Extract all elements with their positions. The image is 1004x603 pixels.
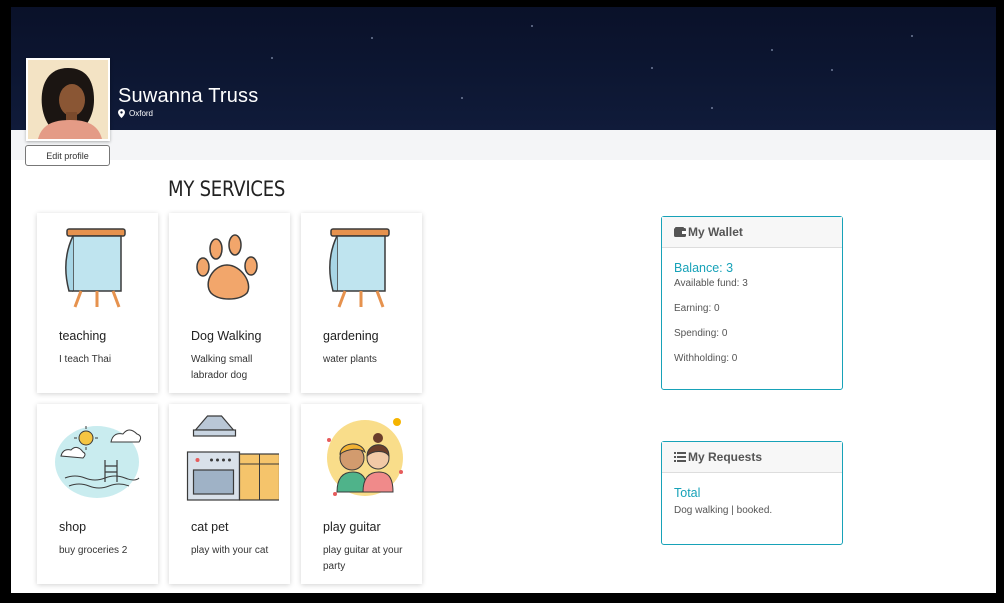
profile-location: Oxford bbox=[118, 109, 153, 118]
requests-title: My Requests bbox=[688, 450, 763, 464]
wallet-icon bbox=[674, 227, 686, 237]
service-description: buy groceries 2 bbox=[59, 545, 128, 556]
map-pin-icon bbox=[118, 109, 125, 118]
service-description: play with your cat bbox=[191, 545, 269, 556]
profile-banner bbox=[11, 7, 996, 130]
easel-board-icon bbox=[329, 228, 390, 308]
service-card[interactable]: cat pet play with your cat bbox=[169, 404, 290, 584]
pool-scene-icon bbox=[55, 426, 142, 498]
wallet-balance: Balance: 3 bbox=[674, 261, 734, 275]
service-description: water plants bbox=[323, 354, 377, 365]
service-card[interactable]: gardening water plants bbox=[301, 213, 422, 393]
profile-subbar bbox=[11, 130, 996, 160]
service-card[interactable]: play guitar play guitar at your party bbox=[301, 404, 422, 584]
wallet-earning: Earning: 0 bbox=[674, 303, 720, 314]
paw-print-icon bbox=[196, 234, 258, 300]
service-title: teaching bbox=[59, 329, 107, 343]
couple-avatar-icon bbox=[327, 418, 403, 496]
wallet-withholding: Withholding: 0 bbox=[674, 353, 738, 364]
list-icon bbox=[674, 452, 686, 462]
profile-name: Suwanna Truss bbox=[118, 85, 259, 107]
wallet-available-fund: Available fund: 3 bbox=[674, 278, 748, 289]
service-title: play guitar bbox=[323, 520, 381, 534]
service-title: cat pet bbox=[191, 520, 229, 534]
service-description: play guitar at your party bbox=[323, 545, 403, 572]
service-card[interactable]: shop buy groceries 2 bbox=[37, 404, 158, 584]
requests-total-link[interactable]: Total bbox=[674, 486, 830, 500]
wallet-title: My Wallet bbox=[688, 225, 743, 239]
service-title: shop bbox=[59, 520, 87, 534]
requests-panel-header: My Requests bbox=[662, 442, 842, 473]
service-title: gardening bbox=[323, 329, 379, 343]
wallet-spending: Spending: 0 bbox=[674, 328, 728, 339]
easel-board-icon bbox=[65, 228, 126, 308]
wallet-panel-header: My Wallet bbox=[662, 217, 842, 248]
wallet-panel: My Wallet Balance: 3 Available fund: 3 E… bbox=[661, 216, 843, 390]
service-description: Walking small labrador dog bbox=[191, 354, 253, 381]
page-frame: Suwanna Truss Oxford Edit profile MY SER… bbox=[11, 7, 996, 593]
section-title-my-services: MY SERVICES bbox=[168, 177, 286, 201]
service-title: Dog Walking bbox=[191, 329, 262, 343]
edit-profile-button[interactable]: Edit profile bbox=[25, 145, 110, 166]
requests-panel: My Requests Total Dog walking | booked. bbox=[661, 441, 843, 545]
kitchen-stove-icon bbox=[186, 415, 279, 501]
service-description: I teach Thai bbox=[59, 354, 112, 365]
service-card[interactable]: teaching I teach Thai bbox=[37, 213, 158, 393]
request-item[interactable]: Dog walking | booked. bbox=[674, 505, 830, 516]
service-card[interactable]: Dog Walking Walking small labrador dog bbox=[169, 213, 290, 393]
location-label: Oxford bbox=[129, 109, 154, 118]
avatar[interactable] bbox=[26, 58, 110, 141]
